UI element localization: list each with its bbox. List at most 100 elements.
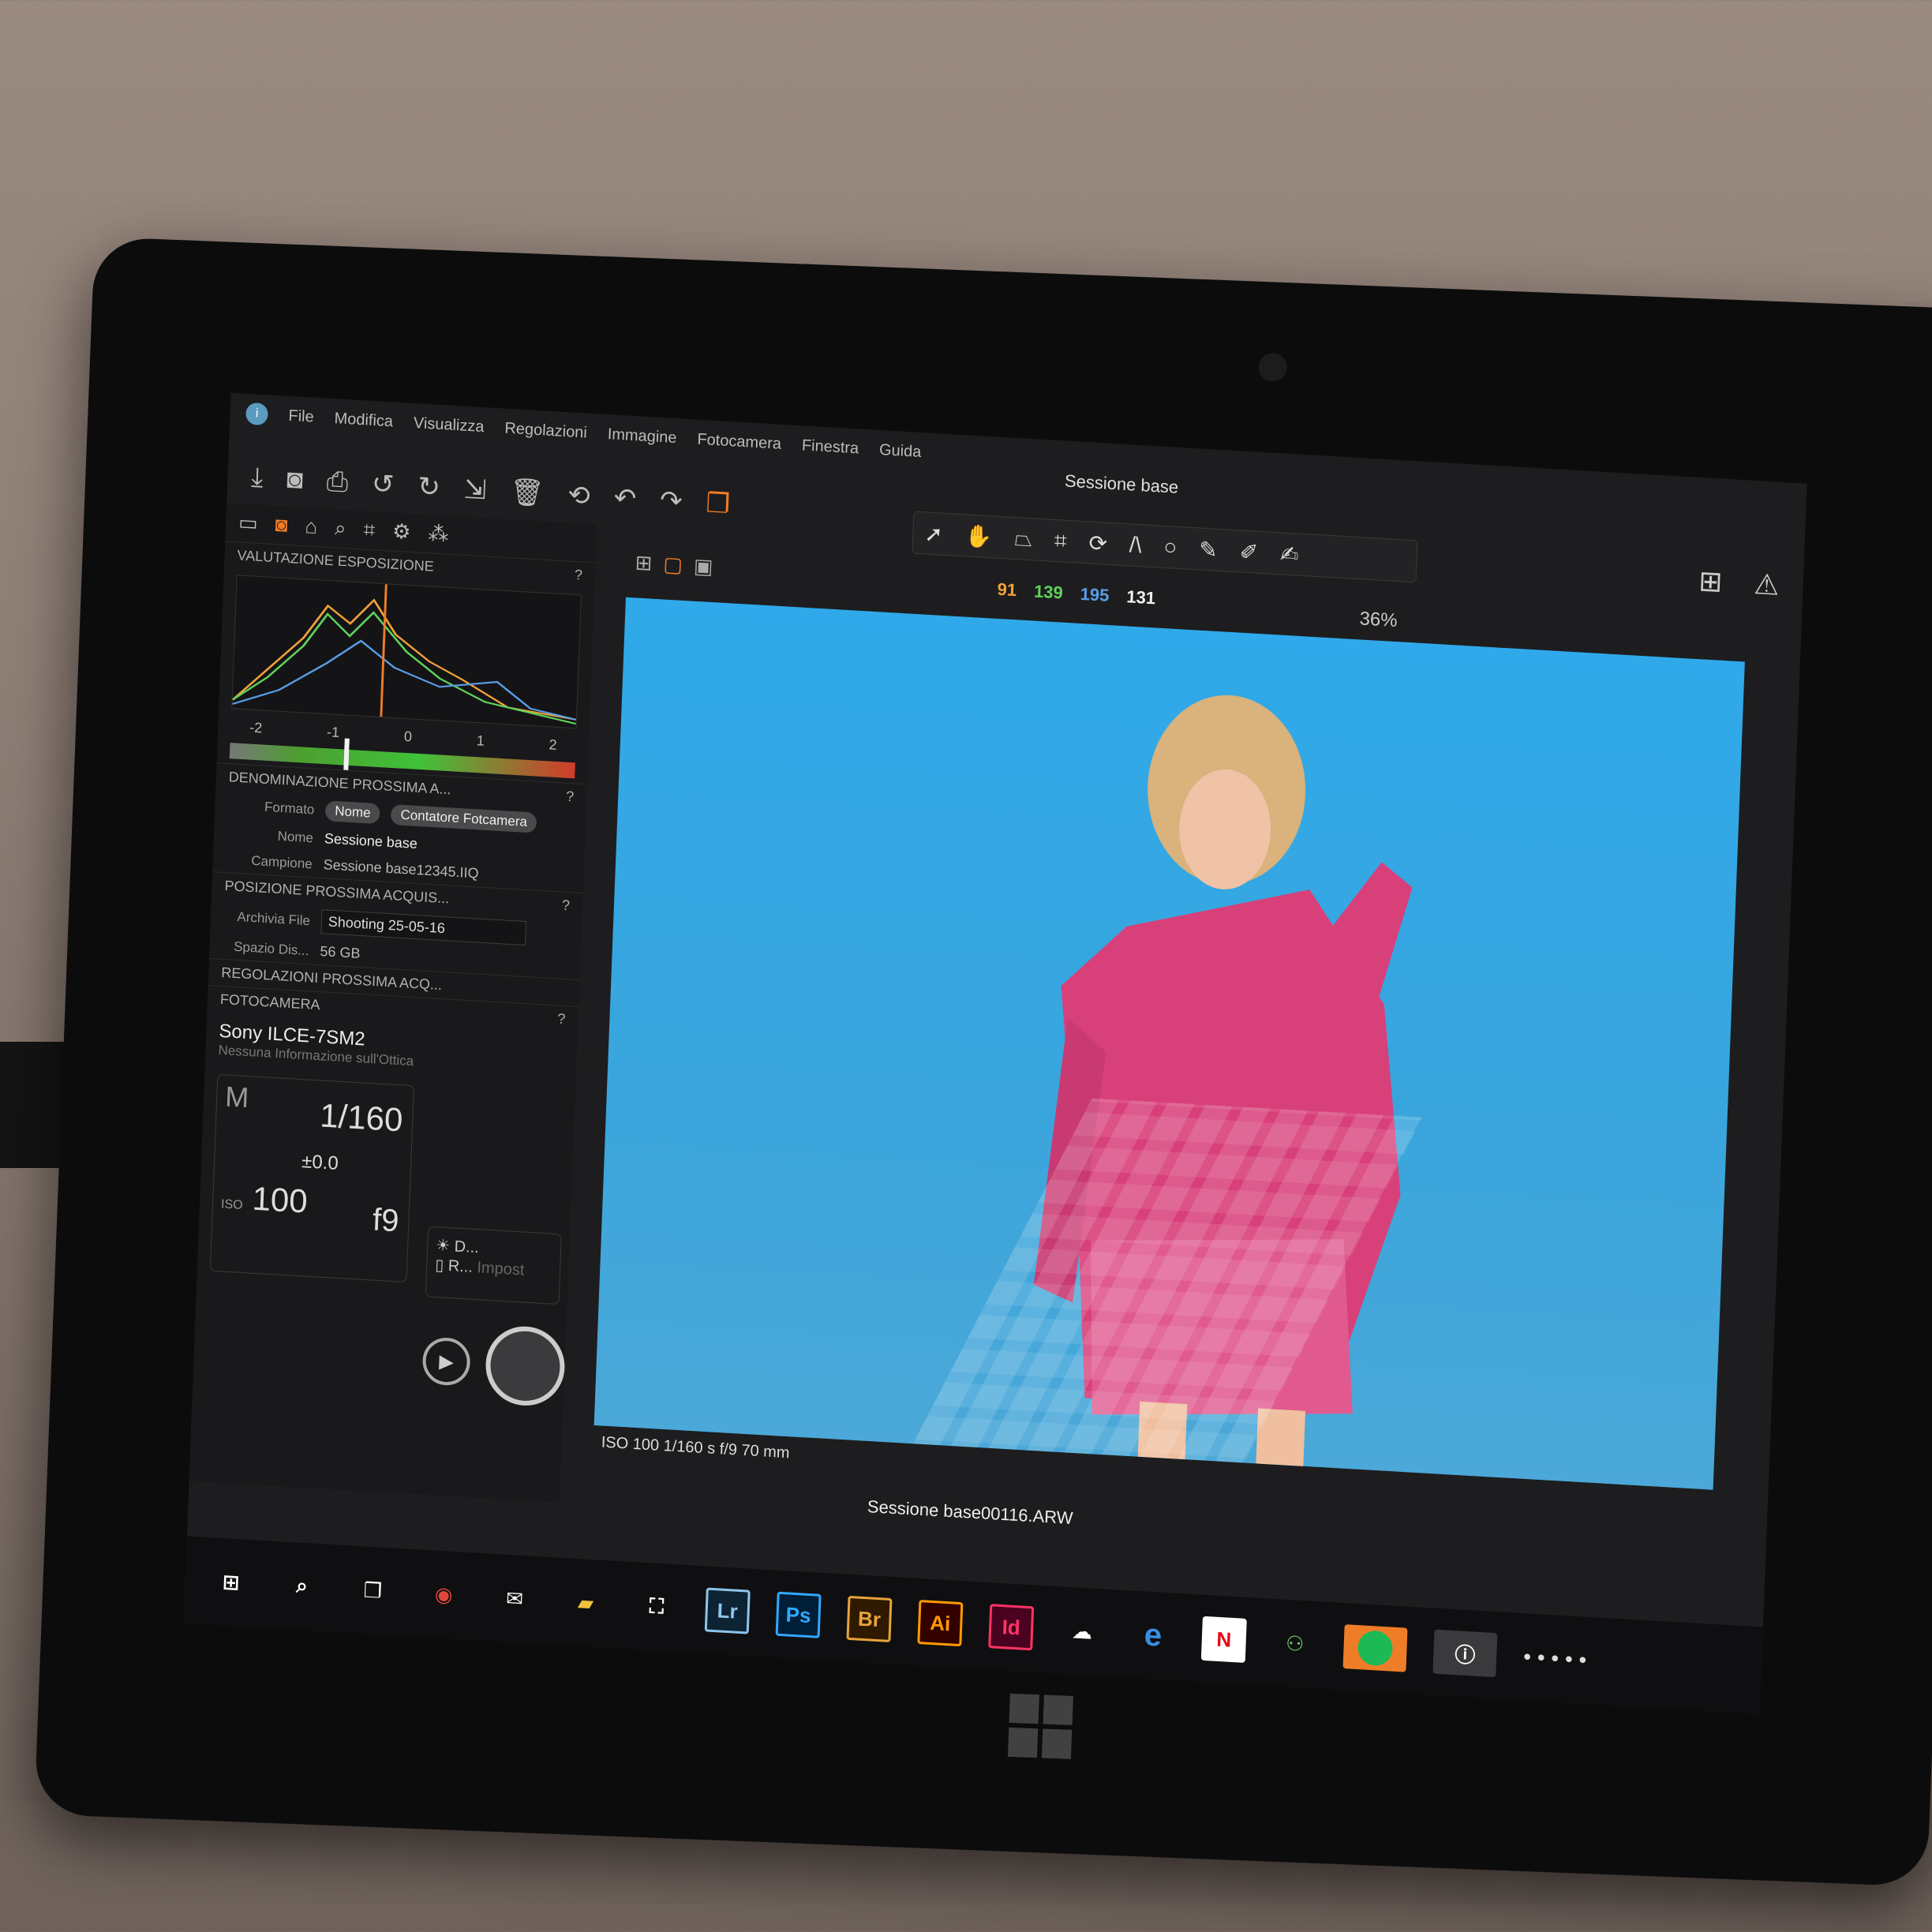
single-view-icon[interactable]: ▢	[663, 552, 683, 577]
crop-tool-icon[interactable]: ⌗	[1054, 527, 1067, 554]
copy-adjustments-icon[interactable]: ❐	[706, 487, 731, 520]
iso-value[interactable]: ISO 100	[221, 1178, 309, 1220]
tethering-app-icon[interactable]: ⚇	[1272, 1620, 1318, 1667]
app-icon[interactable]: i	[245, 402, 269, 426]
iso-label: ISO	[220, 1197, 243, 1212]
capture-one-icon[interactable]: ⓘ	[1432, 1629, 1498, 1678]
l-value: 131	[1125, 586, 1156, 608]
warning-icon[interactable]: ⚠	[1754, 567, 1780, 602]
rotate-right-icon[interactable]: ↻	[417, 470, 441, 504]
archive-label: Archivia File	[237, 908, 311, 928]
start-icon[interactable]: ⊞	[208, 1559, 254, 1605]
b-value: 195	[1080, 583, 1110, 606]
indesign-icon[interactable]: Id	[988, 1604, 1035, 1651]
task-view-icon[interactable]: ❐	[350, 1567, 395, 1614]
chrome-icon[interactable]: ◉	[421, 1571, 466, 1618]
scale-2: 2	[549, 736, 558, 754]
shutter-speed[interactable]: 1/160	[319, 1096, 403, 1139]
illustrator-icon[interactable]: Ai	[917, 1600, 964, 1647]
settings-tab-icon[interactable]: ⚙	[392, 519, 411, 545]
menu-edit[interactable]: Modifica	[334, 410, 393, 431]
netflix-icon[interactable]: N	[1200, 1616, 1247, 1663]
windows-logo	[1007, 1693, 1073, 1759]
photoshop-icon[interactable]: Ps	[775, 1591, 822, 1638]
lens-tab-icon[interactable]: ⌂	[305, 514, 318, 540]
crop-tab-icon[interactable]: ⌗	[363, 518, 376, 544]
compare-icon[interactable]: ⊞	[1698, 564, 1724, 599]
sample-value: Sessione base12345.IIQ	[323, 856, 479, 882]
search-tab-icon[interactable]: ⌕	[334, 515, 347, 541]
import-icon[interactable]: ⤓	[251, 462, 264, 493]
copy-apply-tool-icon[interactable]: ✍	[1279, 541, 1300, 567]
space-value: 56 GB	[320, 943, 361, 962]
camera-help[interactable]: ?	[557, 1011, 566, 1028]
name-value[interactable]: Sessione base	[324, 830, 418, 852]
pan-tool-icon[interactable]: ✋	[964, 522, 993, 550]
bridge-icon[interactable]: Br	[846, 1595, 893, 1643]
undo-all-icon[interactable]: ⟲	[567, 479, 591, 512]
menu-window[interactable]: Finestra	[802, 436, 859, 458]
exposure-section-title: VALUTAZIONE ESPOSIZIONE	[237, 547, 435, 575]
capture-tab-icon[interactable]: ◙	[275, 512, 288, 538]
cursor-tools: ➚ ✋ ⏢ ⌗ ⟳ /\ ○ ✎ ✐ ✍	[912, 511, 1418, 583]
store-icon[interactable]: ⛶	[634, 1583, 680, 1630]
undo-icon[interactable]: ↶	[613, 482, 637, 515]
scale-minus1: -1	[326, 724, 340, 741]
exposure-help[interactable]: ?	[575, 567, 583, 584]
lightroom-icon[interactable]: Lr	[704, 1587, 751, 1634]
location-help[interactable]: ?	[561, 897, 571, 915]
edge-icon[interactable]: e	[1130, 1612, 1176, 1659]
naming-help[interactable]: ?	[566, 788, 575, 806]
r-value: 91	[997, 578, 1017, 601]
token-counter[interactable]: Contatore Fotcamera	[391, 804, 537, 833]
straighten-tool-icon[interactable]: /\	[1129, 532, 1142, 558]
folder-icon[interactable]: ▰	[563, 1579, 608, 1626]
sample-label: Campione	[250, 852, 313, 871]
move-to-folder-icon[interactable]: ⇲	[463, 474, 487, 507]
menu-view[interactable]: Visualizza	[414, 414, 485, 436]
grid-view-icon[interactable]: ⊞	[635, 550, 653, 575]
file-name: Sessione base00116.ARW	[867, 1496, 1073, 1529]
adjust-tab-icon[interactable]: ⁂	[428, 521, 449, 547]
rgb-readout: 91 139 195 131	[997, 579, 1155, 609]
menu-camera[interactable]: Fotocamera	[697, 430, 781, 453]
menu-help[interactable]: Guida	[879, 440, 922, 461]
select-tool-icon[interactable]: ➚	[924, 520, 944, 547]
spotify-icon[interactable]	[1342, 1624, 1408, 1672]
scale-0: 0	[403, 728, 413, 745]
viewer-right-icons: ⊞ ⚠	[1698, 564, 1780, 602]
zoom-level[interactable]: 36%	[1359, 608, 1398, 632]
menu-image[interactable]: Immagine	[607, 425, 677, 447]
spot-tool-icon[interactable]: ○	[1163, 534, 1178, 560]
aperture-value[interactable]: f9	[372, 1202, 399, 1239]
exposure-needle	[343, 738, 350, 770]
brush-tool-icon[interactable]: ✎	[1199, 536, 1219, 563]
redo-icon[interactable]: ↷	[659, 485, 683, 518]
exposure-compensation[interactable]: ±0.0	[301, 1151, 339, 1175]
search-icon[interactable]: ⌕	[279, 1563, 325, 1609]
rotate-left-icon[interactable]: ↺	[371, 468, 395, 501]
trash-icon[interactable]: 🗑	[509, 476, 545, 509]
print-icon[interactable]: ⎙	[326, 466, 349, 498]
menu-file[interactable]: File	[288, 406, 314, 426]
picker-tool-icon[interactable]: ✐	[1239, 538, 1259, 565]
exposure-mode[interactable]: M	[224, 1080, 250, 1114]
scale-1: 1	[476, 732, 485, 749]
histogram	[231, 575, 582, 729]
keystone-tool-icon[interactable]: ⏢	[1014, 526, 1033, 552]
photo-viewer[interactable]	[593, 597, 1745, 1490]
mail-icon[interactable]: ✉	[492, 1575, 537, 1622]
front-camera	[1258, 352, 1288, 383]
library-tab-icon[interactable]: ▭	[238, 510, 259, 536]
token-name[interactable]: Nome	[324, 800, 381, 825]
format-label: Formato	[264, 799, 315, 818]
exif-line: ISO 100 1/160 s f/9 70 mm	[601, 1433, 790, 1462]
menu-adjustments[interactable]: Regolazioni	[504, 419, 587, 442]
name-label: Nome	[277, 828, 314, 845]
capture-icon[interactable]: ◙	[286, 463, 304, 495]
multi-view-icon[interactable]: ▣	[693, 554, 713, 579]
system-tray[interactable]: • • • • •	[1523, 1644, 1587, 1673]
photo-scene: i File Modifica Visualizza Regolazioni I…	[0, 0, 1932, 1932]
app-generic-icon[interactable]: ☁	[1059, 1608, 1105, 1654]
rotate-tool-icon[interactable]: ⟳	[1088, 530, 1108, 556]
